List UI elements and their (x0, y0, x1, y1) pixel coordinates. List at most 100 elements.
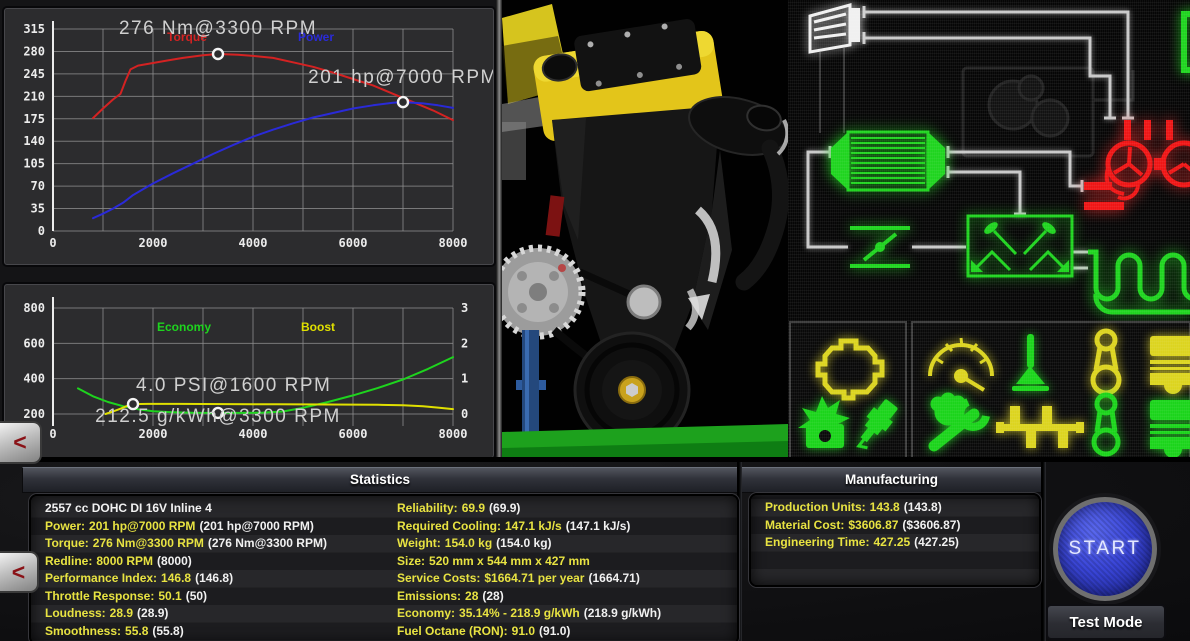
manufacturing-box: Production Units:143.8(143.8)Material Co… (749, 493, 1041, 587)
stat-label: Redline: (45, 554, 92, 568)
stat-value: 201 hp@7000 RPM (89, 519, 195, 533)
stat-value: 50.1 (158, 589, 181, 603)
stat-value: 69.9 (462, 501, 485, 515)
svg-text:70: 70 (31, 179, 45, 193)
svg-text:2000: 2000 (139, 236, 168, 250)
economy-boost-chart-panel: 800600400200321002000400060008000Economy… (4, 284, 494, 458)
svg-text:600: 600 (23, 336, 45, 350)
stat-row: Emissions: 28 (28) (383, 588, 735, 606)
stat-paren: (8000) (157, 554, 192, 568)
svg-text:1: 1 (461, 372, 468, 386)
stat-value: 28 (465, 589, 478, 603)
back-button-lower[interactable]: < (0, 551, 39, 593)
stat-row: Material Cost:$3606.87($3606.87) (751, 517, 1035, 535)
back-button-upper[interactable]: < (0, 421, 42, 464)
svg-text:800: 800 (23, 301, 45, 315)
svg-text:8000: 8000 (439, 236, 468, 250)
engine-test-screen: 0357010514017521024528031502000400060008… (0, 0, 1190, 641)
svg-text:0: 0 (49, 427, 56, 441)
manufacturing-header: Manufacturing (741, 467, 1042, 493)
stat-paren: (28.9) (137, 606, 168, 620)
statistics-box: 2557 cc DOHC DI 16V Inline 4 Power: 201 h… (29, 494, 739, 641)
stat-label: Material Cost: (765, 518, 844, 532)
svg-text:3: 3 (461, 301, 468, 315)
engine-schematic (788, 0, 1190, 462)
power-curve (93, 102, 453, 218)
stat-label: Weight: (397, 536, 441, 550)
svg-text:400: 400 (23, 372, 45, 386)
svg-text:105: 105 (23, 157, 45, 171)
stat-row: Reliability:69.9(69.9) (383, 500, 735, 518)
engine-3d-view (502, 0, 788, 462)
bottom-panel: Statistics Manufacturing 2557 cc DOHC DI… (0, 462, 1190, 641)
stat-row: Smoothness: 55.8 (55.8) (31, 623, 383, 641)
start-button-label: START (1068, 538, 1141, 560)
statistics-right-column: Reliability:69.9(69.9)Required Cooling:1… (383, 500, 735, 640)
stat-label: Emissions: (397, 589, 461, 603)
svg-text:175: 175 (23, 112, 45, 126)
stat-label: Torque: (45, 536, 89, 550)
svg-text:0: 0 (49, 236, 56, 250)
stat-row: Production Units:143.8(143.8) (751, 499, 1035, 517)
stat-value: 91.0 (512, 624, 535, 638)
stat-label: Loudness: (45, 606, 106, 620)
svg-text:4.0 PSI@1600 RPM: 4.0 PSI@1600 RPM (136, 375, 331, 396)
stat-paren: (201 hp@7000 RPM) (199, 519, 313, 533)
stat-label: Required Cooling: (397, 519, 501, 533)
stat-row: Required Cooling:147.1 kJ/s(147.1 kJ/s) (383, 518, 735, 536)
stat-row: Service Costs:$1664.71 per year(1664.71) (383, 570, 735, 588)
test-mode-button[interactable]: Test Mode (1046, 604, 1166, 640)
stat-value: 35.14% - 218.9 g/kWh (459, 606, 580, 620)
stat-label: Size: (397, 554, 425, 568)
start-button[interactable]: START (1053, 497, 1157, 601)
stat-value: 520 mm x 544 mm x 427 mm (429, 554, 590, 568)
svg-text:6000: 6000 (339, 427, 368, 441)
stat-label: Performance Index: (45, 571, 157, 585)
stat-paren: (146.8) (195, 571, 233, 585)
idler-pulley (628, 286, 660, 318)
stat-paren: (55.8) (152, 624, 183, 638)
svg-text:0: 0 (38, 224, 45, 238)
svg-text:140: 140 (23, 134, 45, 148)
stat-paren: (143.8) (904, 500, 942, 514)
stat-label: Smoothness: (45, 624, 121, 638)
dyno-chart-panel: 0357010514017521024528031502000400060008… (4, 8, 494, 265)
stat-value: 154.0 kg (445, 536, 492, 550)
svg-text:276 Nm@3300 RPM: 276 Nm@3300 RPM (119, 18, 317, 39)
stat-value: $1664.71 per year (484, 571, 584, 585)
manufacturing-column: Production Units:143.8(143.8)Material Co… (751, 499, 1035, 552)
stat-value: 28.9 (110, 606, 133, 620)
stat-value: 147.1 kJ/s (505, 519, 562, 533)
svg-text:2000: 2000 (139, 427, 168, 441)
stat-value: 55.8 (125, 624, 148, 638)
svg-text:201 hp@7000 RPM: 201 hp@7000 RPM (308, 67, 493, 88)
stat-label: Economy: (397, 606, 455, 620)
stat-row: Fuel Octane (RON):91.0(91.0) (383, 623, 735, 641)
stat-value: 146.8 (161, 571, 191, 585)
stat-label: Reliability: (397, 501, 458, 515)
economy-boost-chart: 800600400200321002000400060008000Economy… (5, 285, 493, 457)
svg-text:35: 35 (31, 202, 45, 216)
stat-paren: (28) (482, 589, 503, 603)
svg-text:Boost: Boost (301, 320, 335, 334)
stat-value: 276 Nm@3300 RPM (93, 536, 204, 550)
svg-text:8000: 8000 (439, 427, 468, 441)
svg-text:6000: 6000 (339, 236, 368, 250)
svg-text:315: 315 (23, 22, 45, 36)
stat-paren: (1664.71) (588, 571, 639, 585)
engine-title-row: 2557 cc DOHC DI 16V Inline 4 (31, 500, 383, 518)
stat-label: Power: (45, 519, 85, 533)
peak-marker (213, 49, 223, 59)
stat-row: Size: 520 mm x 544 mm x 427 mm (383, 553, 735, 571)
peak-marker (398, 97, 408, 107)
svg-text:245: 245 (23, 67, 45, 81)
stat-label: Engineering Time: (765, 535, 869, 549)
stat-value: $3606.87 (848, 518, 898, 532)
stat-paren: (91.0) (539, 624, 570, 638)
stat-paren: (218.9 g/kWh) (584, 606, 661, 620)
stat-row: Engineering Time:427.25(427.25) (751, 534, 1035, 552)
svg-text:200: 200 (23, 407, 45, 421)
stat-row: Economy: 35.14% - 218.9 g/kWh (218.9 g/kWh… (383, 605, 735, 623)
stat-value: 143.8 (870, 500, 900, 514)
engine-title: 2557 cc DOHC DI 16V Inline 4 (45, 501, 212, 515)
